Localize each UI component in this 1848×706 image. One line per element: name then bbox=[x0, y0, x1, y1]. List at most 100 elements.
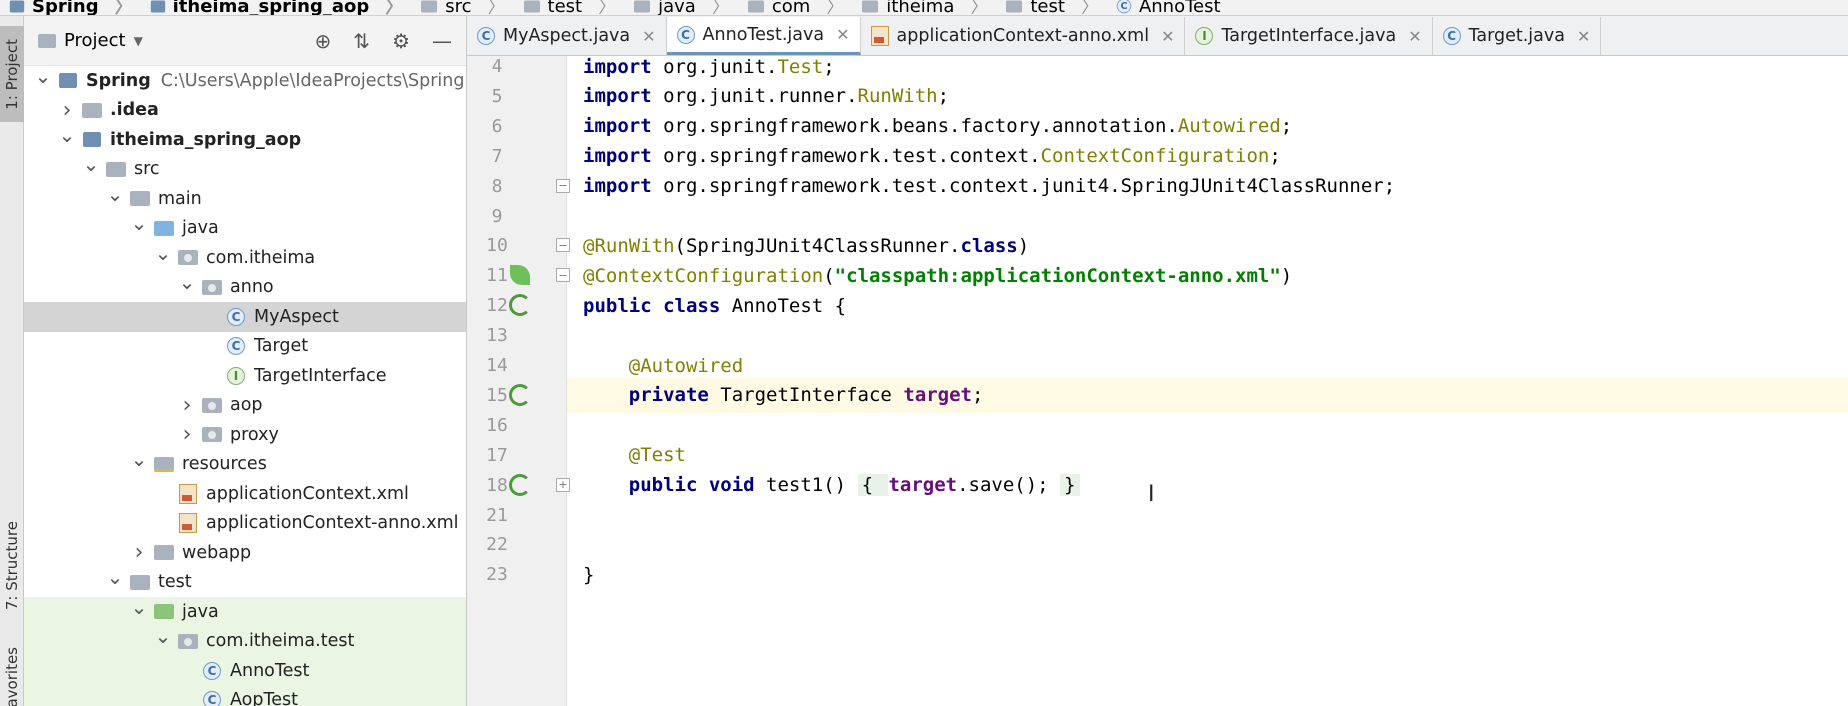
project-view-selector[interactable]: Project bbox=[64, 30, 126, 51]
tree-item[interactable]: ⌄ Spring C:\Users\Apple\IdeaProjects\Sprin… bbox=[24, 64, 466, 96]
chevron-down-icon[interactable]: ⌄ bbox=[130, 211, 148, 235]
breadcrumb-item[interactable]: test 〉 bbox=[996, 0, 1107, 15]
breadcrumb-item[interactable]: itheima_spring_aop 〉 bbox=[141, 0, 412, 15]
tree-item[interactable]: › proxy bbox=[24, 420, 466, 450]
code-token: @Autowired bbox=[628, 354, 744, 377]
code-line[interactable]: } bbox=[567, 557, 1848, 592]
test-class-icon: C bbox=[202, 691, 222, 706]
close-icon[interactable]: ✕ bbox=[1577, 27, 1590, 46]
fold-icon[interactable]: + bbox=[556, 477, 570, 492]
tree-item[interactable]: C Target bbox=[24, 332, 466, 362]
chevron-down-icon[interactable]: ⌄ bbox=[154, 624, 172, 648]
spring-bean-icon[interactable] bbox=[508, 263, 532, 287]
breadcrumb-item[interactable]: java 〉 bbox=[624, 0, 738, 15]
breadcrumb-item[interactable]: com 〉 bbox=[738, 0, 852, 15]
structure-tool-tab[interactable]: 7: Structure bbox=[0, 506, 24, 626]
tree-item[interactable]: ⌄ java bbox=[24, 595, 466, 627]
close-icon[interactable]: ✕ bbox=[1161, 27, 1174, 46]
tree-item-label: applicationContext.xml bbox=[206, 483, 409, 504]
code-token: target bbox=[903, 384, 972, 407]
fold-icon[interactable]: − bbox=[556, 238, 570, 253]
chevron-down-icon[interactable]: ⌄ bbox=[154, 241, 172, 265]
run-test-icon[interactable] bbox=[508, 473, 532, 497]
code-token: import bbox=[583, 115, 652, 138]
tree-item[interactable]: ⌄ resources bbox=[24, 447, 466, 480]
favorites-tool-tab[interactable]: Favorites bbox=[0, 641, 24, 706]
tree-item[interactable]: C MyAspect bbox=[24, 302, 466, 332]
tree-item-label: java bbox=[182, 218, 219, 239]
breadcrumb-item[interactable]: itheima 〉 bbox=[852, 0, 996, 16]
tree-item[interactable]: ⌄ com.itheima.test bbox=[24, 624, 466, 656]
chevron-right-icon[interactable]: › bbox=[178, 393, 196, 418]
code-token: ) bbox=[1017, 234, 1030, 257]
folder-icon bbox=[82, 101, 102, 119]
code-token: { bbox=[857, 474, 889, 497]
test-class-icon: C bbox=[202, 661, 222, 680]
code-token: target bbox=[888, 474, 958, 497]
close-icon[interactable]: ✕ bbox=[1408, 27, 1421, 46]
tree-item[interactable]: › webapp bbox=[24, 538, 466, 568]
tree-item-label: itheima_spring_aop bbox=[110, 129, 302, 150]
run-test-icon[interactable] bbox=[508, 383, 532, 407]
tree-item[interactable]: ⌄ test bbox=[24, 565, 466, 598]
project-tree: ⌄ Spring C:\Users\Apple\IdeaProjects\Sprin… bbox=[24, 64, 466, 706]
editor-tab-label: TargetInterface.java bbox=[1221, 26, 1397, 46]
code-token: Autowired bbox=[1177, 115, 1281, 138]
chevron-down-icon[interactable]: ▼ bbox=[134, 34, 143, 48]
code-token: Test bbox=[777, 55, 824, 78]
chevron-right-icon[interactable]: › bbox=[58, 98, 76, 123]
hide-panel-icon[interactable]: — bbox=[432, 29, 452, 53]
tree-item[interactable]: ⌄ java bbox=[24, 211, 466, 244]
code-editor[interactable]: import org.junit. Test; import org.junit.r… bbox=[567, 56, 1848, 706]
tree-item-path: C:\Users\Apple\IdeaProjects\Spring bbox=[160, 70, 465, 91]
tree-item[interactable]: ⌄ com.itheima bbox=[24, 241, 466, 273]
code-token: } bbox=[583, 563, 595, 586]
breadcrumb-label: itheima bbox=[886, 0, 955, 16]
fold-icon[interactable]: − bbox=[556, 178, 570, 193]
locate-icon[interactable]: ⊕ bbox=[315, 29, 332, 53]
code-token: import bbox=[583, 55, 652, 78]
fold-icon[interactable]: − bbox=[556, 268, 570, 283]
code-token: public void bbox=[628, 474, 755, 497]
chevron-down-icon[interactable]: ⌄ bbox=[130, 595, 148, 619]
code-token: @ContextConfiguration bbox=[583, 264, 824, 287]
breadcrumb-item[interactable]: src 〉 bbox=[411, 0, 513, 15]
chevron-right-icon[interactable]: › bbox=[178, 422, 196, 447]
code-token: class bbox=[960, 234, 1018, 257]
tree-item[interactable]: ⌄ itheima_spring_aop bbox=[24, 123, 466, 155]
chevron-down-icon[interactable]: ⌄ bbox=[130, 447, 148, 471]
tree-item[interactable]: ⌄ main bbox=[24, 182, 466, 214]
chevron-right-icon[interactable]: › bbox=[130, 540, 148, 565]
close-icon[interactable]: ✕ bbox=[836, 25, 849, 44]
tree-item[interactable]: C AnnoTest bbox=[24, 656, 466, 686]
chevron-down-icon[interactable]: ⌄ bbox=[58, 123, 76, 147]
tree-item[interactable]: ⌄ src bbox=[24, 152, 466, 185]
tree-item[interactable]: › .idea bbox=[24, 96, 466, 126]
breadcrumb-item[interactable]: Spring 〉 bbox=[0, 0, 141, 15]
close-icon[interactable]: ✕ bbox=[642, 27, 655, 46]
code-token: ; bbox=[937, 85, 950, 108]
tree-item-label: MyAspect bbox=[254, 306, 339, 327]
interface-icon: I bbox=[1195, 27, 1214, 45]
project-view-icon bbox=[38, 33, 56, 48]
gear-icon[interactable]: ⚙ bbox=[392, 29, 410, 53]
chevron-down-icon[interactable]: ⌄ bbox=[178, 270, 196, 294]
tree-item[interactable]: C AopTest bbox=[24, 685, 466, 706]
tree-item[interactable]: applicationContext.xml bbox=[24, 479, 466, 509]
package-icon bbox=[178, 632, 198, 650]
chevron-down-icon[interactable]: ⌄ bbox=[106, 182, 124, 206]
tree-item[interactable]: applicationContext-anno.xml bbox=[24, 509, 466, 539]
chevron-down-icon[interactable]: ⌄ bbox=[82, 152, 100, 176]
breadcrumb-item[interactable]: C AnnoTest bbox=[1107, 0, 1229, 15]
xml-file-icon bbox=[870, 26, 889, 46]
collapse-all-icon[interactable]: ⇅ bbox=[353, 29, 370, 53]
run-test-icon[interactable] bbox=[508, 293, 532, 317]
tree-item[interactable]: ⌄ anno bbox=[24, 270, 466, 303]
chevron-down-icon[interactable]: ⌄ bbox=[106, 565, 124, 589]
tree-item[interactable]: I TargetInterface bbox=[24, 361, 466, 391]
favorites-tool-tab-label: Favorites bbox=[3, 647, 21, 706]
chevron-down-icon[interactable]: ⌄ bbox=[34, 64, 52, 88]
tree-item[interactable]: › aop bbox=[24, 391, 466, 421]
breadcrumb-item[interactable]: test 〉 bbox=[514, 0, 625, 15]
project-tool-tab[interactable]: 1: Project bbox=[0, 26, 24, 122]
